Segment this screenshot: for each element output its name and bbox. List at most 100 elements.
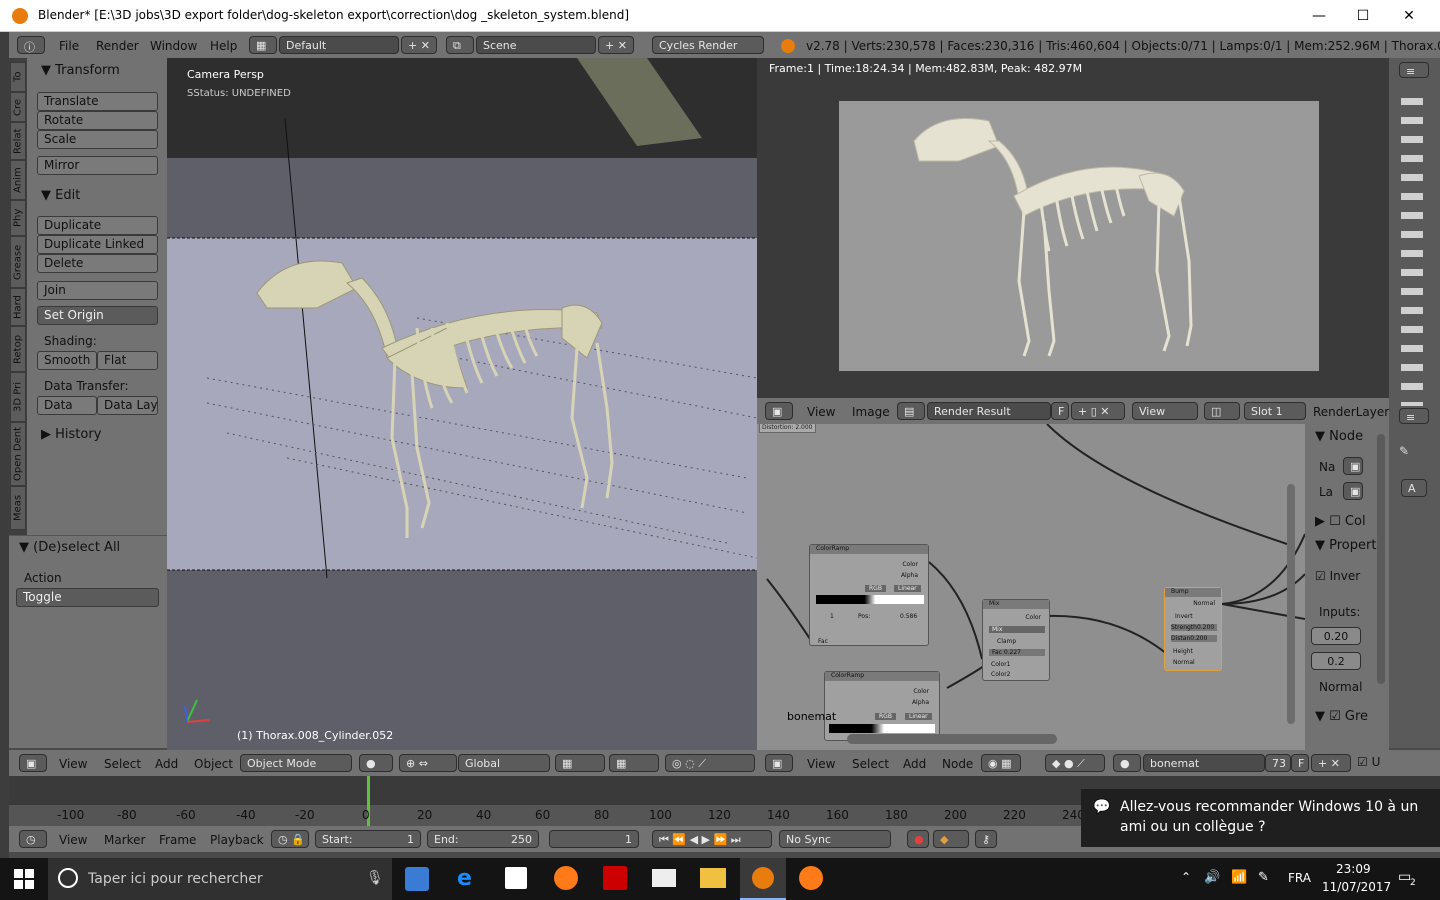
flat-button[interactable]: Flat <box>97 351 158 370</box>
color-mode[interactable]: RGB <box>875 713 896 720</box>
grease-panel-header[interactable]: ▼ ☑ Gre <box>1315 709 1368 724</box>
media-app-icon[interactable] <box>405 867 429 891</box>
ramp-pos-value[interactable]: 0.586 <box>900 613 917 620</box>
clock-time[interactable]: 23:09 <box>1336 862 1371 876</box>
ramp-gradient[interactable] <box>829 724 935 733</box>
scene-icon[interactable]: ⧉ <box>446 36 474 54</box>
layout-icon[interactable]: ▦ <box>249 36 277 54</box>
language-indicator[interactable]: FRA <box>1288 871 1311 885</box>
image-name-field[interactable]: Render Result <box>927 402 1051 420</box>
menu-frame[interactable]: Frame <box>159 833 196 847</box>
translate-button[interactable]: Translate <box>37 92 158 111</box>
image-browse-icon[interactable]: ▤ <box>897 402 925 420</box>
history-panel-header[interactable]: ▶ History <box>41 427 101 442</box>
invert-checkbox[interactable]: ☑ Inver <box>1315 569 1360 583</box>
join-button[interactable]: Join <box>37 281 158 300</box>
tab-tools[interactable]: To <box>10 62 26 92</box>
render-engine-select[interactable]: Cycles Render <box>652 36 764 54</box>
taskbar-search-box[interactable]: Taper ici pour rechercher 🎙 <box>48 858 392 900</box>
menu-view[interactable]: View <box>59 757 87 771</box>
volume-icon[interactable]: 🔊 <box>1204 870 1220 885</box>
data-button[interactable]: Data <box>37 396 97 415</box>
color-mode[interactable]: RGB <box>865 585 886 592</box>
menu-select[interactable]: Select <box>104 757 141 771</box>
use-nodes-checkbox[interactable]: ☑ U <box>1357 755 1380 769</box>
rotate-button[interactable]: Rotate <box>37 111 158 130</box>
strength-field[interactable]: Strength0.200 <box>1171 624 1217 631</box>
view-mode-select[interactable]: View <box>1132 402 1198 420</box>
end-frame-field[interactable]: End: 250 <box>427 830 539 848</box>
menu-marker[interactable]: Marker <box>104 833 145 847</box>
menu-object[interactable]: Object <box>194 757 233 771</box>
windows-notification[interactable]: 💬 Allez-vous recommander Windows 10 à un… <box>1081 789 1440 847</box>
menu-help[interactable]: Help <box>210 39 237 53</box>
tab-retopo[interactable]: Retop <box>10 326 26 372</box>
properties-panel-header[interactable]: ▼ Properti <box>1315 538 1380 553</box>
tab-open-dent[interactable]: Open Dent <box>10 422 26 486</box>
snap-icons[interactable]: ◎ ◌ ⟋ <box>665 754 755 772</box>
render-layer-select[interactable]: RenderLayer <box>1313 405 1389 419</box>
pivot-icon[interactable]: ⊕ ⇔ <box>399 754 457 772</box>
menu-view[interactable]: View <box>59 833 87 847</box>
menu-image[interactable]: Image <box>852 405 890 419</box>
duplicate-linked-button[interactable]: Duplicate Linked <box>37 235 158 254</box>
tab-hard[interactable]: Hard <box>10 288 26 326</box>
3d-viewport[interactable]: Camera Persp SStatus: UNDEFINED (1) Thor… <box>167 58 757 750</box>
node-panel-header[interactable]: ▼ Node <box>1315 429 1363 444</box>
smooth-button[interactable]: Smooth <box>37 351 97 370</box>
image-editor[interactable]: Frame:1 | Time:18:24.34 | Mem:482.83M, P… <box>757 58 1389 398</box>
clamp-label[interactable]: Clamp <box>997 638 1016 645</box>
menu-window[interactable]: Window <box>150 39 197 53</box>
tab-create[interactable]: Cre <box>10 92 26 122</box>
shading-select-icon[interactable]: ● <box>359 754 393 772</box>
firefox-icon[interactable] <box>799 866 823 890</box>
distance-input[interactable]: 0.2 <box>1311 652 1361 670</box>
name-field-icon[interactable]: ▣ <box>1343 457 1363 475</box>
menu-render[interactable]: Render <box>96 39 139 53</box>
mirror-button[interactable]: Mirror <box>37 156 158 175</box>
layout-field[interactable]: Default <box>279 36 399 54</box>
material-name-field[interactable]: bonemat <box>1143 754 1265 772</box>
firefox-icon[interactable] <box>554 866 578 890</box>
menu-playback[interactable]: Playback <box>210 833 264 847</box>
editor-type-button[interactable]: ▣ <box>19 754 47 772</box>
scale-button[interactable]: Scale <box>37 130 158 149</box>
tab-measure[interactable]: Meas <box>10 486 26 530</box>
file-explorer-icon[interactable] <box>700 868 726 888</box>
material-users-count[interactable]: 73 <box>1265 754 1291 772</box>
shader-type-icons[interactable]: ◆ ● ⟋ <box>1045 754 1105 772</box>
edge-browser-icon[interactable]: e <box>457 866 472 891</box>
menu-select[interactable]: Select <box>852 757 889 771</box>
keyframe-icon[interactable]: ◆ <box>933 830 969 848</box>
vertical-scrollbar[interactable] <box>1287 484 1295 724</box>
panel-scrollbar[interactable] <box>1377 434 1385 684</box>
editor-type-button[interactable]: ⓘ <box>17 36 45 54</box>
duplicate-button[interactable]: Duplicate <box>37 216 158 235</box>
microphone-icon[interactable]: 🎙 <box>366 870 384 886</box>
blender-taskbar-button[interactable] <box>740 858 786 900</box>
acrobat-icon[interactable] <box>603 866 627 890</box>
keying-set-icon[interactable]: ⚷ <box>975 830 997 848</box>
pen-icon[interactable]: ✎ <box>1258 870 1269 885</box>
fake-user-button[interactable]: F <box>1051 402 1069 420</box>
edit-panel-header[interactable]: ▼ Edit <box>41 188 80 203</box>
close-button[interactable]: ✕ <box>1386 0 1432 32</box>
horizontal-scrollbar[interactable] <box>847 734 1057 744</box>
ramp-gradient[interactable] <box>816 595 924 604</box>
interp-mode[interactable]: Linear <box>905 713 932 720</box>
menu-view[interactable]: View <box>807 405 835 419</box>
fake-user-button[interactable]: F <box>1291 754 1309 772</box>
start-frame-field[interactable]: Start: 1 <box>315 830 421 848</box>
record-icon[interactable]: ● <box>907 830 929 848</box>
tab-3dprint[interactable]: 3D Pri <box>10 372 26 422</box>
node-tree-type-icons[interactable]: ◉ ▦ <box>981 754 1021 772</box>
tab-relations[interactable]: Relat <box>10 122 26 160</box>
minimize-button[interactable]: — <box>1296 0 1342 32</box>
mode-select[interactable]: Object Mode <box>240 754 352 772</box>
data-layout-button[interactable]: Data Layo <box>97 396 158 415</box>
maximize-button[interactable]: ☐ <box>1340 0 1386 32</box>
sync-mode-select[interactable]: No Sync <box>779 830 891 848</box>
fac-field[interactable]: Fac 0.227 <box>989 649 1045 656</box>
node-editor[interactable]: Distortion: 2.000 ColorRamp Color Alpha … <box>757 424 1305 750</box>
colorramp-node-2[interactable]: ColorRamp Color Alpha RGB Linear <box>824 671 940 741</box>
